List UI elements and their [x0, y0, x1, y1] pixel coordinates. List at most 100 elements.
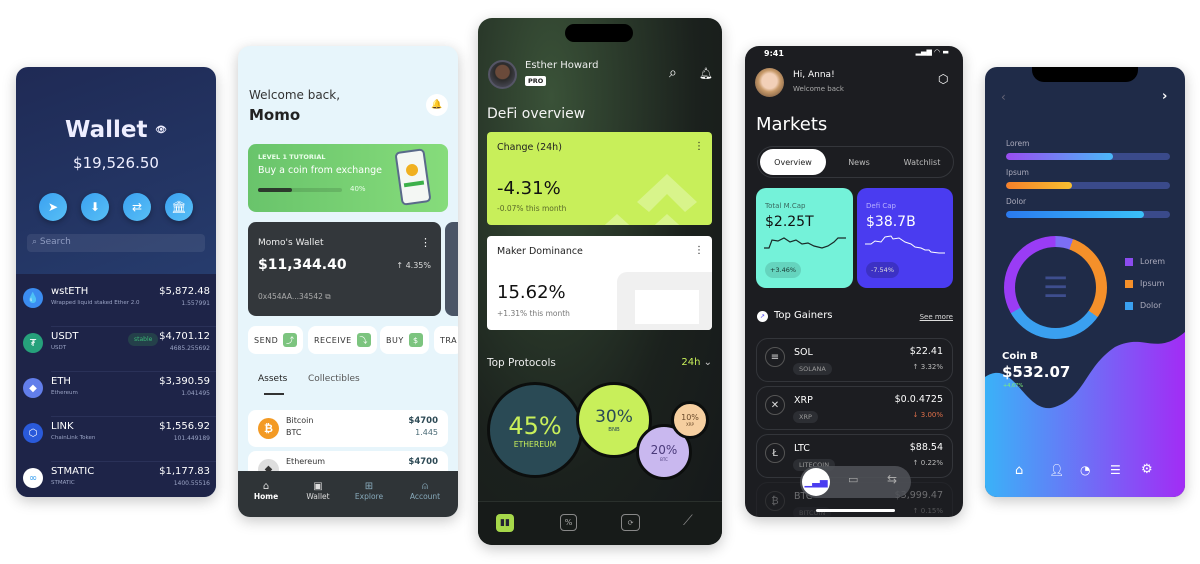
- change-card[interactable]: Change (24h) ⋮ -4.31% -0.07% this month: [487, 132, 712, 225]
- avatar[interactable]: [488, 60, 517, 89]
- bank-icon: 🏛: [171, 200, 187, 214]
- nav-explore[interactable]: ⊞ Explore: [344, 481, 394, 501]
- tab-collectibles[interactable]: Collectibles: [308, 374, 360, 384]
- more-icon[interactable]: ⋮: [420, 236, 431, 249]
- status-icons: ▂▄▆ ◠ ▬: [915, 48, 949, 56]
- settings-icon[interactable]: ⬡: [938, 72, 948, 86]
- bank-button[interactable]: 🏛: [165, 193, 193, 221]
- home-icon[interactable]: ⌂: [1015, 463, 1023, 478]
- maker-pattern: [617, 272, 712, 330]
- eye-icon[interactable]: 👁: [156, 126, 167, 136]
- nav-percent[interactable]: %: [560, 514, 577, 531]
- swap-button[interactable]: ⇄: [123, 193, 151, 221]
- copy-icon[interactable]: ⧉: [325, 292, 330, 301]
- maker-card[interactable]: Maker Dominance ⋮ 15.62% +1.31% this mon…: [487, 236, 712, 330]
- asset-value: $4700: [408, 416, 438, 426]
- bar-label: Dolor: [1006, 197, 1027, 206]
- change-card-sub: -0.07% this month: [497, 204, 567, 213]
- settings-icon[interactable]: ⚙: [1141, 462, 1153, 477]
- nav-exchange[interactable]: ⟳: [621, 514, 640, 531]
- send-icon: ⤴: [283, 333, 298, 347]
- gainer-row[interactable]: ≡ SOL SOLANA $22.41 ↑ 3.32%: [756, 338, 953, 382]
- coin-symbol: SOL: [794, 347, 813, 358]
- tether-icon: ₮: [23, 333, 43, 353]
- nav-account[interactable]: ⍝ Account: [400, 481, 450, 501]
- tutorial-task: Buy a coin from exchange: [258, 165, 382, 176]
- tab-watchlist[interactable]: Watchlist: [892, 149, 952, 175]
- nav-swap[interactable]: ⇆: [887, 472, 897, 486]
- receive-button[interactable]: ⬇: [81, 193, 109, 221]
- defi-cap-card[interactable]: Defi Cap $38.7B -7.54%: [857, 188, 953, 288]
- bar-label: Ipsum: [1006, 168, 1029, 177]
- asset-row[interactable]: 💧 wstETH Wrapped liquid staked Ether 2.0…: [16, 282, 216, 327]
- trending-icon: ↗: [757, 311, 768, 322]
- page-title: Markets: [756, 114, 828, 135]
- action-tra-button[interactable]: TRA: [434, 326, 458, 354]
- total-mcap-card[interactable]: Total M.Cap $2.25T +3.46%: [756, 188, 853, 288]
- period-select[interactable]: 24h ⌄: [681, 357, 712, 368]
- greeting: Hi, Anna!: [793, 70, 835, 80]
- coin-price: $88.54: [909, 442, 943, 453]
- action-send-button[interactable]: SEND ⤴: [248, 326, 304, 354]
- maker-card-value: 15.62%: [497, 282, 566, 303]
- see-more-link[interactable]: See more: [920, 313, 953, 321]
- notification-button[interactable]: 🔔: [426, 94, 448, 116]
- asset-row[interactable]: ⬡ LINK ChainLink Token $1,556.92 101.449…: [16, 417, 216, 462]
- progress-bar: [1006, 182, 1170, 189]
- nav-wallet[interactable]: ▣ Wallet: [293, 481, 343, 501]
- nav-home[interactable]: ⌂ Home: [241, 481, 291, 501]
- next-wallet-card[interactable]: [445, 222, 458, 316]
- tab-news[interactable]: News: [834, 149, 884, 175]
- gainer-row[interactable]: ✕ XRP XRP $0.0.4725 ↓ 3.00%: [756, 386, 953, 430]
- send-button[interactable]: ➤: [39, 193, 67, 221]
- legend-swatch: [1125, 279, 1133, 288]
- protocol-percent: 20%: [650, 442, 678, 457]
- bottom-nav: ▮▮ % ⟳ ⟋: [478, 501, 722, 545]
- nav-wallet[interactable]: ▭: [848, 473, 858, 486]
- asset-amount: 1.041495: [181, 390, 210, 397]
- tutorial-progress-bar: [258, 188, 342, 192]
- asset-row[interactable]: ∞ STMATIC STMATIC $1,177.83 1400.55516: [16, 462, 216, 497]
- wallet-title: Wallet 👁: [65, 117, 167, 143]
- asset-symbol: USDT: [51, 331, 79, 342]
- more-icon[interactable]: ⋮: [694, 141, 704, 152]
- protocol-name: XRP: [686, 422, 694, 427]
- legend-item: Dolor: [1125, 301, 1161, 310]
- coin-price: $22.41: [909, 346, 943, 357]
- search-icon[interactable]: ⌕: [669, 65, 677, 81]
- asset-row[interactable]: ◆ ETH Ethereum $3,390.59 1.041495: [16, 372, 216, 417]
- stable-badge: stable: [128, 333, 159, 346]
- tutorial-progress-label: 40%: [350, 185, 366, 193]
- protocol-bubble[interactable]: 45% ETHEREUM: [487, 382, 583, 478]
- back-icon[interactable]: ‹: [1001, 90, 1006, 104]
- avatar[interactable]: [755, 68, 784, 97]
- wallet-card[interactable]: Momo's Wallet ⋮ $11,344.40 ↑ 4.35% 0x454…: [248, 222, 441, 316]
- nav-overview[interactable]: ▮▮: [496, 514, 514, 532]
- forward-icon[interactable]: ›: [1162, 89, 1167, 104]
- btc-icon: ₿: [765, 491, 785, 511]
- xrp-icon: ✕: [765, 395, 785, 415]
- asset-name: Wrapped liquid staked Ether 2.0: [51, 300, 140, 306]
- tab-assets[interactable]: Assets: [258, 374, 287, 384]
- nav-markets[interactable]: ▁▃▅: [802, 468, 830, 496]
- asset-row[interactable]: ₿ Bitcoin BTC $4700 1.445: [248, 410, 448, 447]
- ethereum-icon: ◆: [23, 378, 43, 398]
- protocol-percent: 30%: [595, 407, 633, 427]
- asset-name: STMATIC: [51, 480, 75, 486]
- action-buy-button[interactable]: BUY $: [380, 326, 429, 354]
- more-icon[interactable]: ⋮: [694, 245, 704, 256]
- search-input[interactable]: ⌕ Search: [27, 234, 205, 252]
- user-icon[interactable]: 👤︎: [1049, 463, 1064, 477]
- asset-value: $3,390.59: [159, 376, 210, 387]
- timer-icon[interactable]: ◔: [1080, 463, 1090, 477]
- protocol-bubble[interactable]: 10% XRP: [671, 401, 709, 439]
- tutorial-card[interactable]: LEVEL 1 TUTORIAL Buy a coin from exchang…: [248, 144, 448, 212]
- action-receive-button[interactable]: RECEIVE ⤵: [308, 326, 377, 354]
- nav-chart[interactable]: ⟋: [683, 513, 693, 529]
- database-nav-icon[interactable]: ☰: [1110, 463, 1121, 477]
- asset-row[interactable]: ₮ USDT USDT stable $4,701.12 4685.255692: [16, 327, 216, 372]
- receive-icon: ⬇: [89, 200, 101, 214]
- tab-overview[interactable]: Overview: [760, 149, 826, 175]
- bell-icon[interactable]: 🔔︎: [699, 67, 713, 80]
- buy-icon: $: [408, 333, 423, 347]
